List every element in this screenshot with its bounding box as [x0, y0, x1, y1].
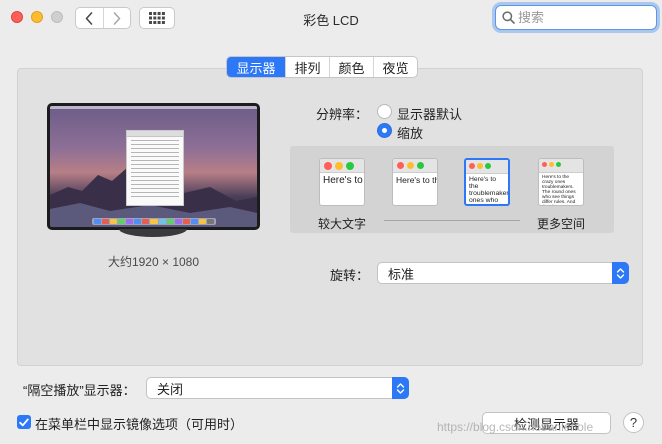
scale-slider-track [384, 220, 520, 221]
search-input[interactable] [518, 10, 648, 25]
larger-text-label: 较大文字 [318, 217, 367, 231]
system-preferences-window: 彩色 LCD 显示器 排列 颜色 夜览 [0, 0, 662, 444]
rotation-select[interactable]: 标准 [377, 262, 629, 284]
rotation-value: 标准 [388, 266, 415, 282]
help-button[interactable]: ? [623, 412, 644, 433]
airplay-display-select[interactable]: 关闭 [146, 377, 409, 399]
resolution-caption: 大约1920 × 1080 [107, 255, 200, 269]
scale-option-larger-text[interactable]: Here's to the troublemakers. ones who se… [319, 158, 365, 206]
radio-scaled[interactable] [377, 123, 392, 138]
scale-option-sample-text: Here's to the troublemakers. ones who se… [323, 175, 364, 186]
dock-preview [92, 218, 216, 225]
document-window-preview [126, 130, 184, 206]
monitor-preview [47, 103, 260, 230]
search-field[interactable] [495, 5, 657, 30]
search-icon [502, 11, 515, 24]
resolution-label: 分辨率： [316, 107, 369, 122]
tab-color[interactable]: 颜色 [329, 57, 373, 77]
scale-option-sample-text: Here's to the crazy ones troublemakers. … [542, 175, 576, 206]
tab-arrangement[interactable]: 排列 [285, 57, 329, 77]
radio-scaled-label[interactable]: 缩放 [397, 123, 423, 142]
tab-bar: 显示器 排列 颜色 夜览 [226, 56, 418, 78]
tab-display[interactable]: 显示器 [227, 57, 285, 77]
title-bar: 彩色 LCD [0, 0, 662, 38]
mirror-options-label[interactable]: 在菜单栏中显示镜像选项（可用时） [35, 414, 243, 433]
chevron-up-down-icon [392, 377, 409, 399]
airplay-display-label: “隔空播放”显示器： [23, 383, 136, 398]
chevron-up-down-icon [612, 262, 629, 284]
mirror-options-checkbox[interactable] [17, 415, 31, 429]
checkmark-icon [19, 418, 29, 426]
watermark: https://blog.csdn.net/anlenole [437, 420, 594, 434]
radio-default-for-display[interactable] [377, 104, 392, 119]
rotation-label: 旋转： [330, 268, 370, 283]
tab-night-shift[interactable]: 夜览 [373, 57, 417, 77]
scale-option-sample-text: Here's to the troublemakers. ones who se… [469, 176, 510, 205]
scale-option-sample-text: Here's to the troublemakers. ones who se… [396, 175, 437, 185]
scale-option-default[interactable]: Here's to the troublemakers. ones who se… [464, 158, 510, 206]
airplay-display-value: 关闭 [157, 381, 184, 397]
radio-default-for-display-label[interactable]: 显示器默认 [397, 104, 462, 123]
more-space-label: 更多空间 [537, 217, 586, 231]
desktop-wallpaper-preview [50, 106, 257, 227]
scale-option-larger[interactable]: Here's to the troublemakers. ones who se… [392, 158, 438, 206]
scale-option-more-space[interactable]: Here's to the crazy ones troublemakers. … [538, 158, 584, 206]
